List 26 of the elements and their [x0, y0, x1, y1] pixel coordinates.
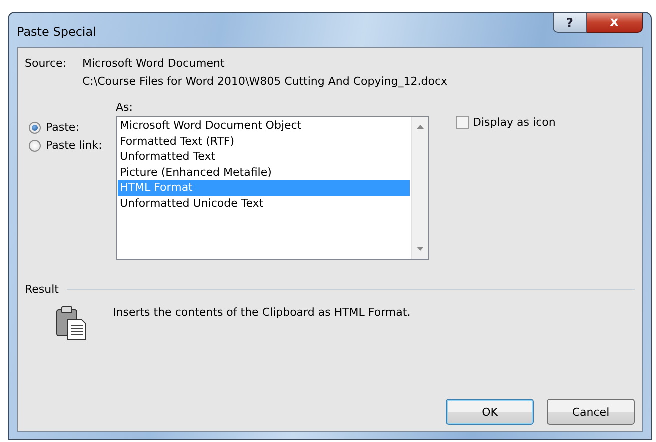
result-description: Inserts the contents of the Clipboard as HTML Format.	[113, 306, 411, 321]
source-path: C:\Course Files for Word 2010\W805 Cutting And Copying_12.docx	[82, 75, 448, 88]
radio-button[interactable]	[29, 140, 41, 152]
source-document: Microsoft Word Document	[82, 57, 226, 70]
source-label: Source:	[25, 57, 66, 72]
format-list-item[interactable]: Microsoft Word Document Object	[118, 118, 410, 134]
cancel-button[interactable]: Cancel	[547, 399, 635, 425]
scroll-down-arrow-icon[interactable]	[416, 247, 424, 251]
clipboard-icon	[55, 306, 89, 342]
format-list-item[interactable]: Picture (Enhanced Metafile)	[118, 164, 410, 180]
format-list-item[interactable]: Formatted Text (RTF)	[118, 134, 410, 149]
ok-button[interactable]: OK	[446, 399, 534, 425]
window-title: Paste Special	[17, 25, 96, 39]
scroll-up-arrow-icon[interactable]	[416, 125, 424, 129]
close-button[interactable]: x	[587, 13, 643, 33]
radio-label: Paste:	[46, 121, 80, 134]
radio-button[interactable]	[29, 122, 41, 134]
help-button[interactable]: ?	[553, 13, 587, 33]
format-list-item[interactable]: Unformatted Text	[118, 149, 410, 164]
format-list-item[interactable]: Unformatted Unicode Text	[118, 196, 410, 211]
result-label: Result	[25, 283, 59, 296]
checkbox-label: Display as icon	[473, 116, 556, 129]
radio-label: Paste link:	[46, 139, 102, 152]
as-label: As:	[116, 101, 134, 114]
scroll-bar[interactable]	[411, 117, 428, 259]
checkbox[interactable]	[456, 116, 469, 129]
